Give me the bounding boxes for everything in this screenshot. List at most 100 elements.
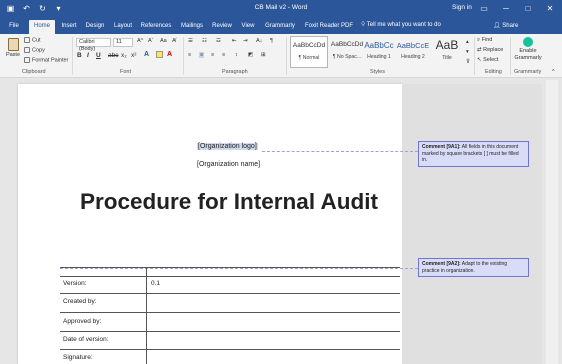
table-cell-label: Created by: [63, 298, 97, 305]
table-rule [60, 349, 400, 350]
tell-me-search[interactable]: 💡︎ Tell me what you want to do [361, 22, 441, 29]
font-size-select[interactable]: 11 [113, 38, 133, 47]
style-heading-2-label: Heading 2 [401, 54, 425, 60]
share-button[interactable]: 👤︎ Share [493, 22, 518, 29]
text-effects-icon[interactable]: A [144, 51, 149, 58]
tab-review[interactable]: Review [210, 20, 234, 34]
comment-balloon[interactable]: Comment [9A1]: All fields in this docume… [418, 141, 529, 167]
highlight-icon[interactable] [156, 51, 163, 60]
group-divider [510, 37, 511, 75]
increase-indent-icon[interactable]: ⇥ [243, 38, 248, 44]
align-center-icon[interactable]: ≡ [199, 52, 205, 58]
lightbulb-icon: 💡︎ [361, 22, 366, 28]
tab-insert[interactable]: Insert [58, 20, 80, 34]
collapse-ribbon-icon[interactable]: ^ [552, 69, 555, 75]
format-painter-button[interactable]: Format Painter [24, 57, 68, 63]
enable-grammarly-button[interactable]: Enable Grammarly [513, 37, 543, 61]
borders-icon[interactable]: ⊞ [261, 52, 266, 58]
clipboard-group-label: Clipboard [22, 69, 46, 75]
enable-grammarly-label: Enable Grammarly [514, 48, 542, 61]
line-spacing-icon[interactable]: ↕ [235, 52, 238, 58]
tell-me-label: Tell me what you want to do [366, 22, 441, 28]
close-icon[interactable]: ✕ [542, 2, 558, 15]
table-cell-label: Version: [63, 280, 87, 287]
tab-view[interactable]: View [238, 20, 258, 34]
cut-label: Cut [32, 37, 41, 44]
table-cell-label: Approved by: [63, 318, 102, 325]
style-heading-2[interactable]: AaBbCcE Heading 2 [394, 36, 432, 68]
clear-formatting-icon[interactable]: A̸ [172, 38, 176, 44]
vertical-scrollbar[interactable] [546, 80, 558, 364]
justify-icon[interactable]: ≡ [222, 52, 225, 58]
table-cell-label: Signature: [63, 354, 93, 361]
shrink-font-icon[interactable]: Aˇ [148, 38, 154, 44]
style-title[interactable]: AaB Title [428, 36, 466, 68]
format-painter-label: Format Painter [32, 57, 69, 64]
group-divider [72, 37, 73, 75]
tab-home[interactable]: Home [29, 20, 55, 34]
document-title-heading[interactable]: Procedure for Internal Audit [56, 188, 402, 216]
maximize-icon[interactable]: □ [520, 2, 536, 15]
style-title-label: Title [442, 55, 452, 61]
select-button[interactable]: ↖ Select [477, 57, 498, 63]
shading-icon[interactable]: ◩ [248, 52, 253, 58]
copy-button[interactable]: Copy [24, 47, 45, 53]
ribbon-tabs: File Home Insert Design Layout Reference… [0, 18, 562, 34]
style-heading-1-sample: AaBbCc [364, 41, 394, 50]
group-divider [474, 37, 475, 75]
subscript-button[interactable]: x₂ [121, 52, 127, 59]
grammarly-group-label: Grammarly [514, 69, 542, 75]
font-name-select[interactable]: Calibri (Body) [76, 38, 111, 52]
sign-in-link[interactable]: Sign in [452, 4, 472, 11]
strikethrough-button[interactable]: abc [108, 52, 118, 59]
bold-button[interactable]: B [77, 52, 82, 59]
style-heading-1[interactable]: AaBbCc Heading 1 [360, 36, 398, 68]
grow-font-icon[interactable]: A^ [137, 38, 143, 44]
decrease-indent-icon[interactable]: ⇤ [232, 38, 237, 44]
multilevel-list-icon[interactable]: ☲ [216, 38, 221, 44]
tab-references[interactable]: References [138, 20, 174, 34]
table-rule [60, 293, 400, 294]
paste-button[interactable]: Paste [5, 38, 21, 58]
tab-layout[interactable]: Layout [111, 20, 135, 34]
align-left-icon[interactable]: ≡ [188, 52, 191, 58]
table-cell-value[interactable]: 0.1 [151, 280, 160, 287]
numbering-icon[interactable]: ☷ [202, 38, 207, 44]
style-heading-2-sample: AaBbCcE [396, 41, 430, 50]
cut-button[interactable]: Cut [24, 37, 41, 43]
tab-grammarly[interactable]: Grammarly [262, 20, 298, 34]
organization-logo-placeholder[interactable]: [Organization logo] [197, 143, 258, 150]
ribbon: Paste Cut Copy Format Painter Clipboard … [0, 34, 562, 78]
sort-icon[interactable]: A↓ [256, 38, 262, 44]
style-normal[interactable]: AaBbCcDd ¶ Normal [290, 36, 328, 68]
comment-balloon[interactable]: Comment [9A2]: Adapt to the existing pra… [418, 258, 529, 277]
find-button[interactable]: ⌕ Find [477, 37, 492, 44]
styles-scroll-icon[interactable]: ▴ ▾ ⊽ [466, 37, 470, 67]
paintbrush-icon [24, 57, 30, 63]
font-group-label: Font [120, 69, 132, 75]
grammarly-icon [523, 37, 533, 47]
tab-foxit-reader-pdf[interactable]: Foxit Reader PDF [302, 20, 356, 34]
change-case-icon[interactable]: Aa [160, 38, 167, 44]
organization-name-placeholder[interactable]: [Organization name] [197, 161, 260, 168]
comment-connector [60, 268, 418, 269]
italic-button[interactable]: I [87, 52, 89, 59]
tab-design[interactable]: Design [83, 20, 107, 34]
underline-button[interactable]: U [96, 52, 101, 59]
ribbon-display-icon[interactable]: ▭ [476, 2, 492, 15]
minimize-icon[interactable]: ─ [498, 2, 514, 15]
tab-mailings[interactable]: Mailings [177, 20, 207, 34]
copy-label: Copy [32, 47, 45, 54]
align-right-icon[interactable]: ≡ [211, 52, 214, 58]
comment-author: Comment [9A1]: [422, 144, 461, 150]
bullets-icon[interactable]: ☰ [188, 38, 193, 44]
tab-file[interactable]: File [4, 20, 24, 34]
find-label: Find [481, 37, 493, 43]
replace-button[interactable]: ⇄ Replace [477, 47, 503, 53]
superscript-button[interactable]: x² [131, 52, 136, 59]
table-rule [60, 312, 400, 313]
show-formatting-icon[interactable]: ¶ [270, 38, 273, 44]
select-label: Select [483, 57, 499, 63]
font-color-icon[interactable]: A [167, 51, 172, 58]
paragraph-group-label: Paragraph [222, 69, 248, 75]
